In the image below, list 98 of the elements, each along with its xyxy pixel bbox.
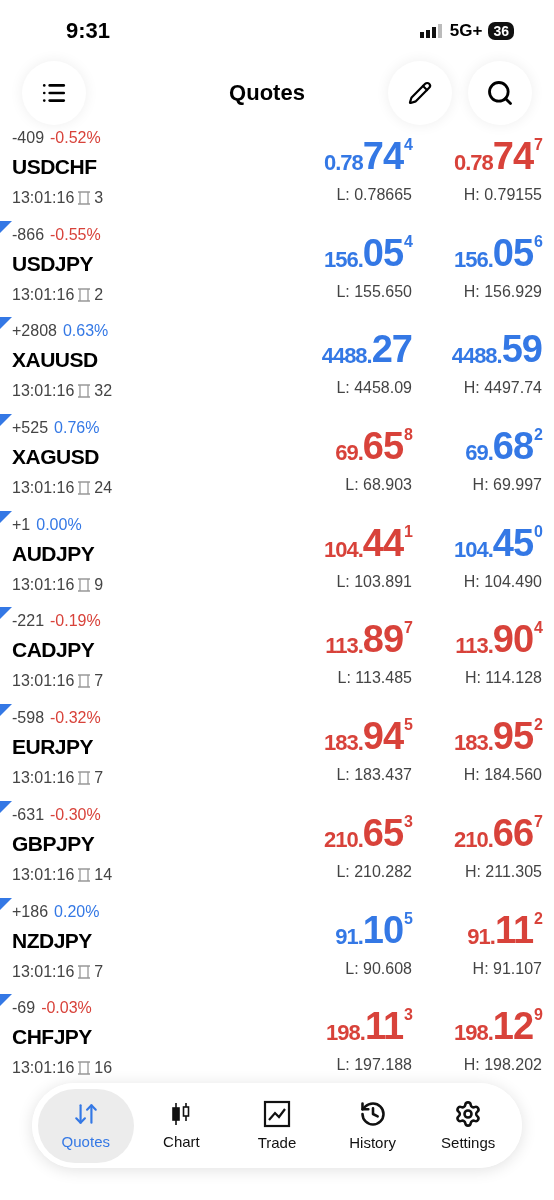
quote-time: 13:01:16	[12, 188, 75, 208]
high-price: H: 0.79155	[463, 185, 542, 205]
quote-time: 13:01:16	[12, 284, 75, 305]
status-time: 9:31	[66, 18, 111, 44]
screen-title: Quotes	[228, 80, 306, 106]
high-price: H: 69.997	[472, 475, 542, 496]
spread-value: 2	[94, 284, 104, 305]
symbol-name[interactable]: CHFJPY	[12, 1020, 113, 1055]
change-percent: -0.30%	[50, 804, 101, 825]
change-points: -409	[12, 128, 45, 148]
change-points: +186	[12, 901, 49, 922]
change-percent: -0.03%	[41, 998, 92, 1019]
low-price: L: 210.282	[336, 861, 412, 882]
change-percent: 0.20%	[54, 901, 100, 922]
low-price: L: 0.78665	[336, 185, 412, 205]
low-price: L: 103.891	[336, 571, 412, 592]
quote-time: 13:01:16	[12, 671, 75, 692]
line-chart-icon	[263, 1100, 291, 1128]
change-percent: 0.76%	[54, 418, 100, 439]
signal-icon	[419, 24, 444, 38]
low-price: L: 68.903	[345, 475, 412, 496]
high-price: H: 156.929	[463, 281, 542, 302]
history-icon	[358, 1100, 387, 1128]
network-label: 5G+	[449, 21, 483, 41]
low-price: L: 113.485	[337, 668, 412, 689]
change-points: -221	[12, 611, 45, 632]
high-price: H: 114.128	[464, 668, 542, 689]
change-percent: -0.55%	[50, 224, 101, 245]
high-price: H: 211.305	[464, 861, 542, 882]
change-percent: -0.52%	[50, 128, 101, 148]
spread-icon	[77, 287, 92, 302]
tab[interactable]: Quotes	[38, 1088, 134, 1163]
settings-icon	[454, 1100, 483, 1128]
quote-time: 13:01:16	[12, 1058, 75, 1079]
quote-time: 13:01:16	[12, 478, 75, 499]
high-price: H: 91.107	[472, 958, 542, 979]
symbol-name[interactable]: USDJPY	[12, 246, 104, 281]
change-points: -69	[12, 998, 36, 1019]
spread-icon	[77, 191, 92, 205]
spread-icon	[77, 771, 92, 786]
symbol-name[interactable]: AUDJPY	[12, 536, 104, 571]
spread-icon	[77, 1061, 92, 1076]
change-points: +525	[12, 418, 49, 439]
price: 4488.59	[451, 327, 542, 373]
low-price: L: 90.608	[345, 958, 412, 979]
change-points: -866	[12, 224, 45, 245]
change-percent: -0.32%	[50, 708, 101, 729]
high-price: H: 198.202	[463, 1055, 542, 1076]
quote-time: 13:01:16	[12, 381, 75, 402]
spread-value: 3	[94, 188, 104, 208]
change-points: -631	[12, 804, 45, 825]
high-price: H: 184.560	[463, 765, 542, 786]
spread-value: 9	[94, 574, 104, 595]
tab[interactable]: Settings	[420, 1088, 516, 1163]
quote-time: 13:01:16	[12, 574, 75, 595]
spread-icon	[77, 964, 92, 979]
battery-level: 36	[488, 22, 514, 40]
change-percent: 0.63%	[62, 321, 109, 342]
change-percent: 0.00%	[36, 514, 82, 535]
change-points: +2808	[12, 321, 57, 342]
spread-icon	[77, 481, 92, 496]
symbol-name[interactable]: NZDJPY	[12, 923, 104, 958]
spread-value: 7	[94, 961, 104, 982]
spread-icon	[77, 674, 92, 689]
spread-value: 7	[94, 768, 104, 789]
symbol-name[interactable]: XAUUSD	[12, 343, 113, 378]
price: 4488.27	[321, 327, 412, 373]
spread-icon	[77, 867, 92, 882]
change-percent: -0.19%	[50, 611, 101, 632]
symbol-name[interactable]: XAGUSD	[12, 440, 113, 475]
tab[interactable]: Trade	[229, 1088, 325, 1163]
quote-time: 13:01:16	[12, 768, 75, 789]
low-price: L: 4458.09	[336, 378, 412, 399]
quote-time: 13:01:16	[12, 961, 75, 982]
spread-value: 14	[94, 864, 113, 885]
spread-value: 32	[94, 381, 113, 402]
spread-icon	[77, 577, 92, 592]
symbol-name[interactable]: USDCHF	[12, 150, 104, 184]
tab[interactable]: Chart	[133, 1088, 230, 1163]
low-price: L: 197.188	[336, 1055, 412, 1076]
low-price: L: 183.437	[336, 765, 412, 786]
symbol-name[interactable]: EURJPY	[12, 730, 104, 765]
low-price: L: 155.650	[336, 281, 412, 302]
symbol-name[interactable]: CADJPY	[12, 633, 104, 668]
symbol-name[interactable]: GBPJPY	[12, 826, 113, 861]
spread-value: 7	[94, 671, 104, 692]
change-points: -598	[12, 708, 45, 729]
high-price: H: 104.490	[463, 571, 542, 592]
quote-time: 13:01:16	[12, 864, 75, 885]
search-icon	[486, 79, 514, 107]
high-price: H: 4497.74	[463, 378, 542, 399]
pencil-icon	[408, 81, 432, 105]
tab[interactable]: History	[324, 1088, 421, 1163]
spread-icon	[77, 384, 92, 399]
spread-value: 24	[94, 478, 113, 499]
change-points: +1	[12, 514, 31, 535]
spread-value: 16	[94, 1058, 113, 1079]
arrows-icon	[72, 1101, 99, 1127]
